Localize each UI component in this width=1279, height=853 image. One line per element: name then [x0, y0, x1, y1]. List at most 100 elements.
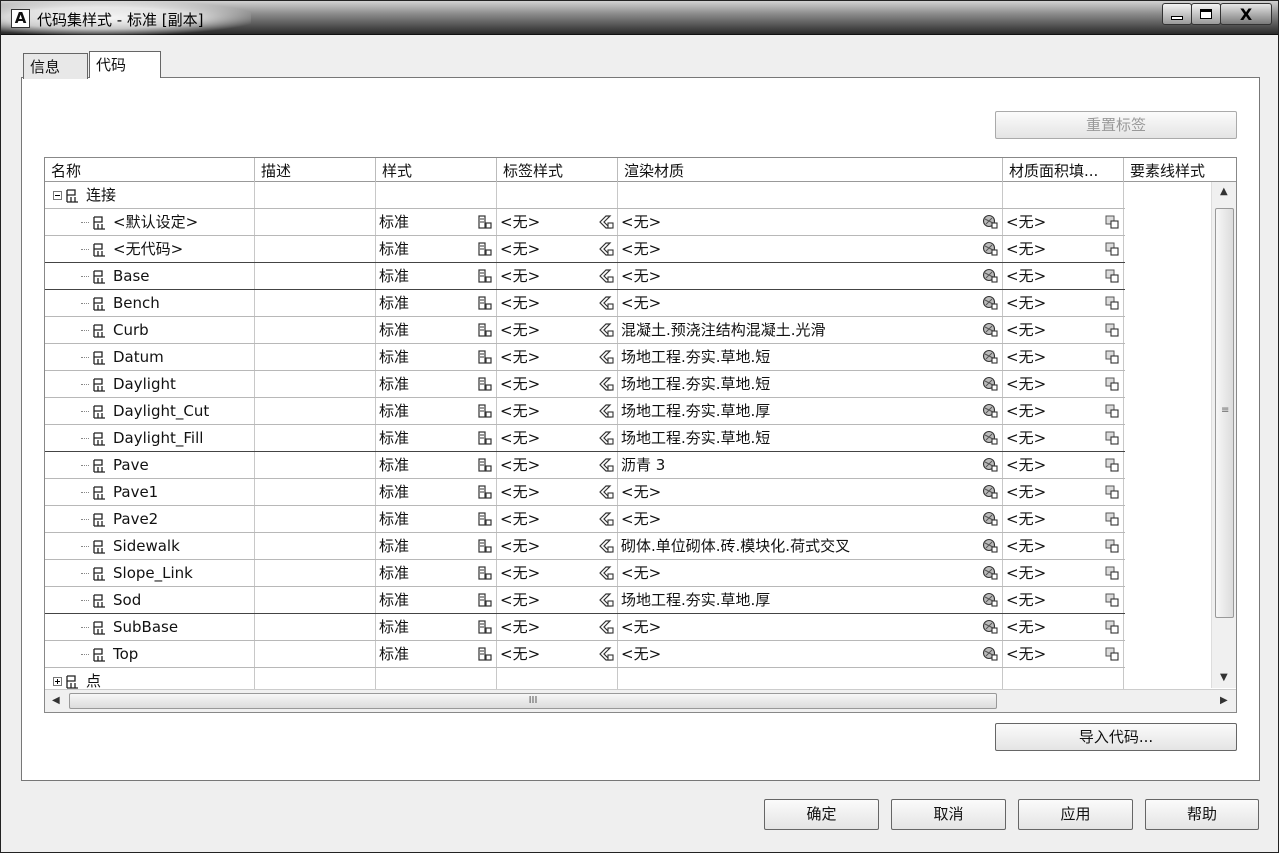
horizontal-scrollbar[interactable]: ◀ III ▶ — [45, 689, 1236, 712]
label-style-cell[interactable]: <无> — [497, 614, 618, 640]
table-row[interactable]: Curb 标准 <无> 混凝土.预浇注结构混凝土.光滑 <无> — [45, 317, 1125, 344]
style-cell[interactable]: 标准 — [376, 452, 497, 478]
render-material-cell[interactable]: 场地工程.夯实.草地.厚 — [618, 587, 1003, 613]
material-picker-icon[interactable] — [982, 376, 998, 392]
area-fill-picker-icon[interactable] — [1104, 430, 1120, 446]
help-button[interactable]: 帮助 — [1145, 799, 1259, 830]
label-style-picker-icon[interactable] — [598, 457, 614, 473]
description-cell[interactable] — [255, 479, 376, 505]
table-row[interactable]: Pave 标准 <无> 沥青 3 <无> — [45, 452, 1125, 479]
scroll-up-icon[interactable]: ▲ — [1220, 186, 1228, 197]
material-picker-icon[interactable] — [982, 538, 998, 554]
area-fill-cell[interactable]: <无> — [1003, 344, 1124, 370]
style-picker-icon[interactable] — [477, 619, 493, 635]
label-style-cell[interactable]: <无> — [497, 587, 618, 613]
col-header-style[interactable]: 样式 — [376, 158, 497, 182]
label-style-cell[interactable]: <无> — [497, 209, 618, 235]
description-cell[interactable] — [255, 317, 376, 343]
material-picker-icon[interactable] — [982, 484, 998, 500]
vertical-scrollbar[interactable]: ▲ ≡ ▼ — [1211, 182, 1236, 688]
code-name-cell[interactable]: Pave1 — [45, 479, 255, 505]
maximize-button[interactable] — [1191, 3, 1221, 25]
label-style-cell[interactable]: <无> — [497, 236, 618, 262]
area-fill-cell[interactable]: <无> — [1003, 560, 1124, 586]
apply-button[interactable]: 应用 — [1018, 799, 1133, 830]
code-name-cell[interactable]: Sod — [45, 587, 255, 613]
material-picker-icon[interactable] — [982, 322, 998, 338]
area-fill-cell[interactable]: <无> — [1003, 371, 1124, 397]
style-picker-icon[interactable] — [477, 295, 493, 311]
area-fill-picker-icon[interactable] — [1104, 241, 1120, 257]
style-cell[interactable]: 标准 — [376, 641, 497, 667]
label-style-picker-icon[interactable] — [598, 268, 614, 284]
label-style-picker-icon[interactable] — [598, 565, 614, 581]
render-material-cell[interactable]: <无> — [618, 614, 1003, 640]
render-material-cell[interactable]: <无> — [618, 641, 1003, 667]
style-cell[interactable]: 标准 — [376, 263, 497, 289]
style-picker-icon[interactable] — [477, 538, 493, 554]
area-fill-cell[interactable]: <无> — [1003, 209, 1124, 235]
table-row[interactable]: Daylight 标准 <无> 场地工程.夯实.草地.短 <无> — [45, 371, 1125, 398]
code-name-cell[interactable]: Curb — [45, 317, 255, 343]
code-name-cell[interactable]: Top — [45, 641, 255, 667]
area-fill-cell[interactable]: <无> — [1003, 290, 1124, 316]
code-name-cell[interactable]: Slope_Link — [45, 560, 255, 586]
area-fill-picker-icon[interactable] — [1104, 295, 1120, 311]
style-picker-icon[interactable] — [477, 403, 493, 419]
label-style-cell[interactable]: <无> — [497, 263, 618, 289]
code-name-cell[interactable]: <默认设定> — [45, 209, 255, 235]
style-picker-icon[interactable] — [477, 349, 493, 365]
area-fill-picker-icon[interactable] — [1104, 376, 1120, 392]
description-cell[interactable] — [255, 614, 376, 640]
label-style-picker-icon[interactable] — [598, 214, 614, 230]
area-fill-picker-icon[interactable] — [1104, 268, 1120, 284]
table-row[interactable]: Top 标准 <无> <无> <无> — [45, 641, 1125, 668]
table-row[interactable]: Pave1 标准 <无> <无> <无> — [45, 479, 1125, 506]
code-name-cell[interactable]: Pave2 — [45, 506, 255, 532]
label-style-cell[interactable]: <无> — [497, 317, 618, 343]
area-fill-cell[interactable]: <无> — [1003, 614, 1124, 640]
style-cell[interactable]: 标准 — [376, 479, 497, 505]
label-style-cell[interactable]: <无> — [497, 371, 618, 397]
render-material-cell[interactable]: 场地工程.夯实.草地.短 — [618, 344, 1003, 370]
vertical-scroll-thumb[interactable]: ≡ — [1215, 208, 1234, 618]
label-style-picker-icon[interactable] — [598, 592, 614, 608]
collapse-icon[interactable] — [53, 191, 62, 200]
col-header-description[interactable]: 描述 — [255, 158, 376, 182]
area-fill-cell[interactable]: <无> — [1003, 479, 1124, 505]
description-cell[interactable] — [255, 587, 376, 613]
area-fill-picker-icon[interactable] — [1104, 619, 1120, 635]
label-style-cell[interactable]: <无> — [497, 533, 618, 559]
material-picker-icon[interactable] — [982, 646, 998, 662]
col-header-name[interactable]: 名称 — [45, 158, 255, 182]
code-name-cell[interactable]: Sidewalk — [45, 533, 255, 559]
render-material-cell[interactable]: <无> — [618, 209, 1003, 235]
code-name-cell[interactable]: SubBase — [45, 614, 255, 640]
description-cell[interactable] — [255, 263, 376, 289]
label-style-picker-icon[interactable] — [598, 349, 614, 365]
style-cell[interactable]: 标准 — [376, 398, 497, 424]
label-style-picker-icon[interactable] — [598, 511, 614, 527]
render-material-cell[interactable]: 场地工程.夯实.草地.短 — [618, 371, 1003, 397]
label-style-cell[interactable]: <无> — [497, 479, 618, 505]
style-picker-icon[interactable] — [477, 484, 493, 500]
material-picker-icon[interactable] — [982, 268, 998, 284]
render-material-cell[interactable]: 混凝土.预浇注结构混凝土.光滑 — [618, 317, 1003, 343]
ok-button[interactable]: 确定 — [764, 799, 879, 830]
cancel-button[interactable]: 取消 — [891, 799, 1006, 830]
description-cell[interactable] — [255, 398, 376, 424]
style-picker-icon[interactable] — [477, 646, 493, 662]
col-header-area-fill[interactable]: 材质面积填... — [1003, 158, 1124, 182]
label-style-picker-icon[interactable] — [598, 403, 614, 419]
table-row[interactable]: SubBase 标准 <无> <无> <无> — [45, 614, 1125, 641]
code-name-cell[interactable]: Daylight_Fill — [45, 425, 255, 451]
tab-info[interactable]: 信息 — [23, 53, 88, 79]
table-row[interactable]: Bench 标准 <无> <无> <无> — [45, 290, 1125, 317]
style-cell[interactable]: 标准 — [376, 290, 497, 316]
expand-icon[interactable] — [53, 677, 62, 686]
style-picker-icon[interactable] — [477, 430, 493, 446]
render-material-cell[interactable]: <无> — [618, 236, 1003, 262]
label-style-picker-icon[interactable] — [598, 619, 614, 635]
description-cell[interactable] — [255, 290, 376, 316]
label-style-picker-icon[interactable] — [598, 241, 614, 257]
